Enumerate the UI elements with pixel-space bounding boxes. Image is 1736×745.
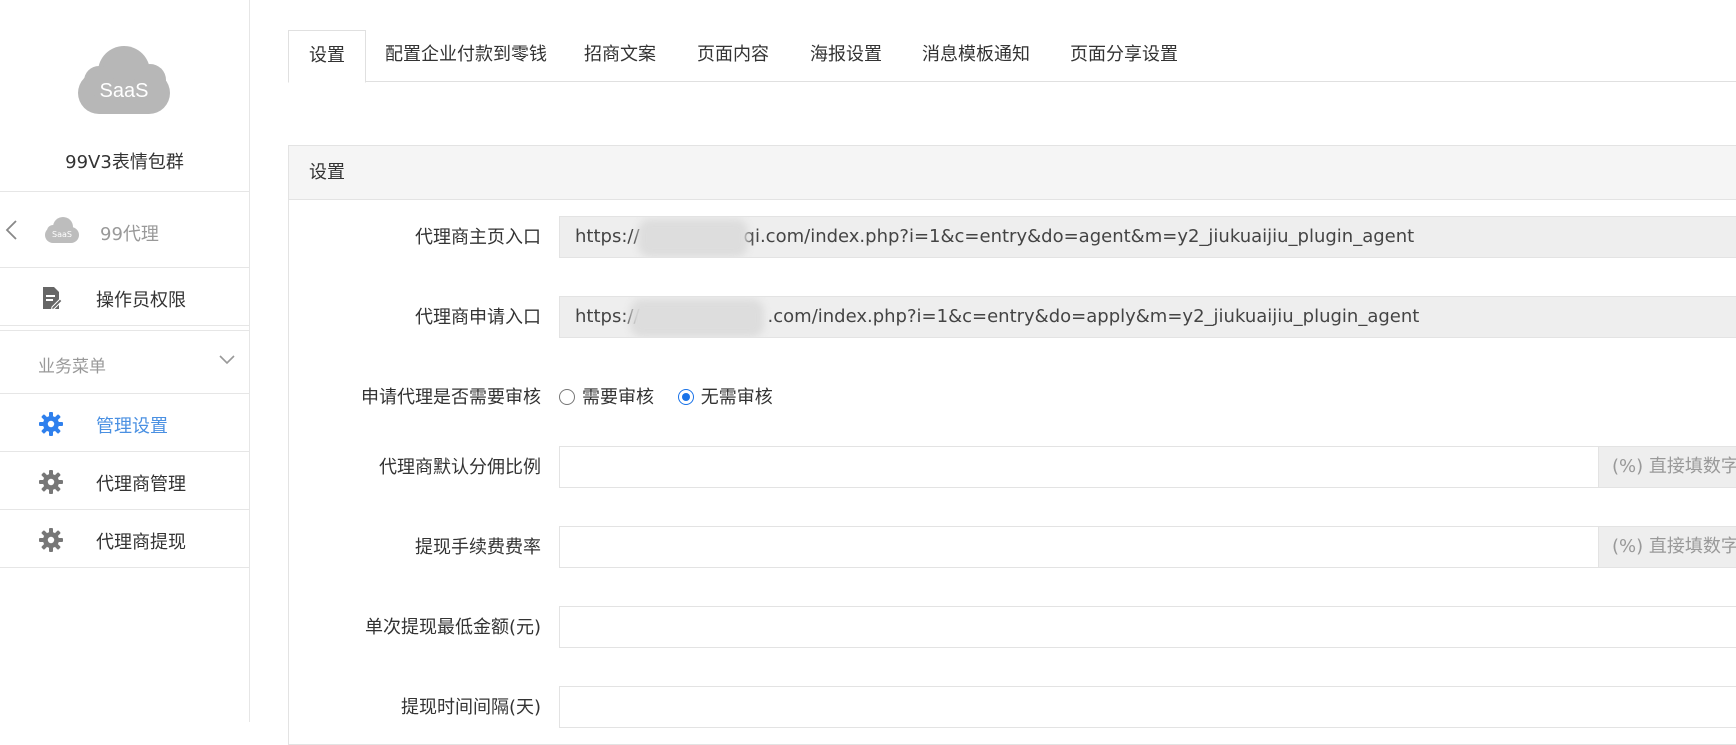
- field-label: 代理商申请入口: [415, 307, 541, 328]
- min-amount-input[interactable]: [559, 606, 1736, 648]
- min-amount-row: 单次提现最低金额(元): [289, 606, 1736, 650]
- panel-title: 设置: [289, 146, 1736, 200]
- business-menu-section[interactable]: 业务菜单: [0, 330, 249, 394]
- field-label: 提现手续费费率: [415, 537, 541, 558]
- sidebar-item-agent-withdrawal[interactable]: 代理商提现: [0, 510, 249, 568]
- radio-label: 无需审核: [700, 387, 773, 408]
- url-suffix: qi.com/index.php?i=1&c=entry&do=agent&m=…: [743, 226, 1415, 247]
- sidebar: SaaS 99V3表情包群 SaaS 99代理 操作员权限 业务菜单 管理设置 …: [0, 0, 250, 722]
- tab-enterprise-payment[interactable]: 配置企业付款到零钱: [365, 30, 567, 82]
- home-entry-row: 代理商主页入口 https:// qi.com/index.php?i=1&c=e…: [289, 216, 1736, 260]
- radio-no-review[interactable]: 无需审核: [677, 376, 773, 420]
- apply-entry-url-field[interactable]: https://.com/index.php?i=1&c=entry&do=ap…: [559, 296, 1736, 338]
- field-label: 申请代理是否需要审核: [361, 387, 541, 408]
- brand-block: SaaS 99V3表情包群: [0, 0, 249, 192]
- radio-need-review[interactable]: 需要审核: [559, 376, 654, 420]
- brand-name: 99V3表情包群: [65, 152, 184, 173]
- radio-circle[interactable]: [559, 388, 575, 405]
- fee-rate-input[interactable]: [559, 526, 1599, 568]
- percent-addon: (%) 直接填数字，: [1598, 446, 1736, 488]
- gear-icon: [39, 470, 63, 494]
- redaction-blur: [638, 219, 748, 257]
- sidebar-item-agent-management[interactable]: 代理商管理: [0, 452, 249, 510]
- gear-icon: [39, 412, 63, 436]
- tab-page-share-settings[interactable]: 页面分享设置: [1050, 30, 1198, 82]
- percent-addon: (%) 直接填数字，: [1598, 526, 1736, 568]
- document-edit-icon: [43, 287, 63, 311]
- mini-logo-text: SaaS: [52, 230, 72, 239]
- url-suffix: .com/index.php?i=1&c=entry&do=apply&m=y2…: [767, 306, 1420, 327]
- fee-rate-row: 提现手续费费率 (%) 直接填数字，: [289, 526, 1736, 570]
- sidebar-item-label: 操作员权限: [96, 290, 186, 311]
- field-label: 提现时间间隔(天): [400, 697, 541, 718]
- field-label: 代理商主页入口: [415, 227, 541, 248]
- interval-row: 提现时间间隔(天): [289, 686, 1736, 730]
- saas-logo-icon: SaaS: [76, 44, 172, 116]
- chevron-left-icon[interactable]: [4, 218, 20, 242]
- apply-entry-row: 代理商申请入口 https://.com/index.php?i=1&c=ent…: [289, 296, 1736, 340]
- field-label: 单次提现最低金额(元): [364, 617, 541, 638]
- need-review-row: 申请代理是否需要审核 需要审核 无需审核: [289, 376, 1736, 420]
- sidebar-item-label: 管理设置: [96, 416, 168, 437]
- app-name-label: 99代理: [100, 224, 159, 245]
- tab-page-content[interactable]: 页面内容: [677, 30, 789, 82]
- redaction-blur: [630, 299, 764, 337]
- field-label: 代理商默认分佣比例: [379, 457, 541, 478]
- gear-icon: [39, 528, 63, 552]
- sidebar-item-label: 代理商管理: [96, 474, 186, 495]
- sidebar-item-management-settings[interactable]: 管理设置: [0, 394, 249, 452]
- section-label: 业务菜单: [38, 357, 106, 377]
- radio-label: 需要审核: [582, 387, 654, 408]
- tab-bar: 设置 配置企业付款到零钱 招商文案 页面内容 海报设置 消息模板通知 页面分享设…: [288, 30, 1736, 83]
- commission-rate-input[interactable]: [559, 446, 1599, 488]
- home-entry-url-field[interactable]: https:// qi.com/index.php?i=1&c=entry&do=…: [559, 216, 1736, 258]
- settings-panel: 设置 代理商主页入口 https:// qi.com/index.php?i=1&…: [288, 145, 1736, 745]
- app-cloud-icon: SaaS: [44, 216, 80, 244]
- url-prefix: https://: [575, 226, 640, 247]
- tab-recruitment-copy[interactable]: 招商文案: [564, 30, 676, 82]
- radio-circle-checked[interactable]: [677, 388, 694, 405]
- back-to-app-item[interactable]: SaaS 99代理: [0, 192, 249, 268]
- tab-settings[interactable]: 设置: [288, 30, 366, 83]
- review-radio-group: 需要审核 无需审核: [559, 376, 791, 420]
- sidebar-item-label: 代理商提现: [96, 532, 186, 553]
- sidebar-item-operator-permissions[interactable]: 操作员权限: [0, 268, 249, 326]
- logo-text: SaaS: [99, 80, 149, 102]
- commission-rate-row: 代理商默认分佣比例 (%) 直接填数字，: [289, 446, 1736, 490]
- chevron-down-icon[interactable]: [218, 353, 236, 367]
- tab-poster-settings[interactable]: 海报设置: [790, 30, 902, 82]
- tab-message-template[interactable]: 消息模板通知: [902, 30, 1050, 82]
